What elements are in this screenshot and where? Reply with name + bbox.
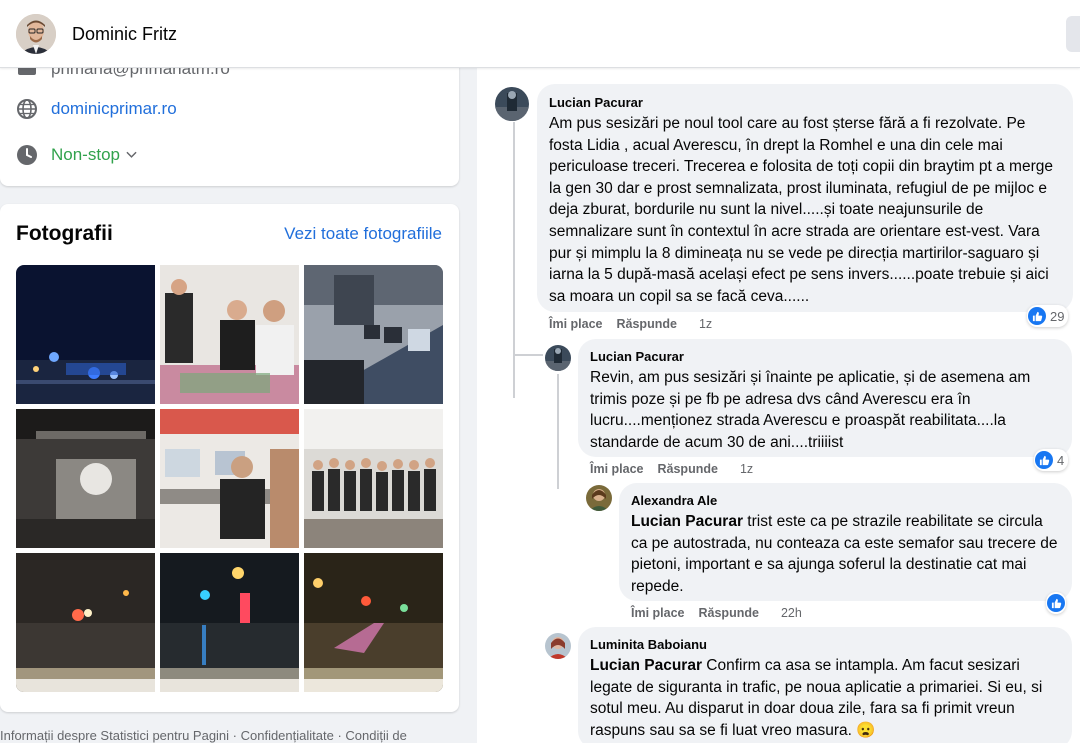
comment-time[interactable]: 1z [740,462,753,476]
profile-header-bar: Dominic Fritz [0,0,1080,68]
website-row: dominicprimar.ro [16,98,177,120]
clock-icon [16,144,38,166]
comment-text: Lucian Pacurar trist este ca pe strazile… [631,511,1060,597]
hours-text: Non-stop [51,145,120,164]
photo-thumbnail[interactable] [16,553,155,692]
avatar[interactable] [545,633,571,659]
reaction-number: 4 [1057,452,1065,468]
comment-text: Am pus sesizări pe noul tool care au fos… [549,115,1053,305]
comment-actions: Îmi place Răspunde 1z [549,317,726,331]
photos-card: Fotografii Vezi toate fotografiile [0,204,459,712]
like-button[interactable]: Îmi place [631,606,685,620]
photo-thumbnail[interactable] [160,409,299,548]
reply-button[interactable]: Răspunde [699,606,759,620]
reaction-count[interactable] [1046,592,1066,614]
website-link[interactable]: dominicprimar.ro [51,99,177,119]
like-button[interactable]: Îmi place [590,462,644,476]
comment-author[interactable]: Lucian Pacurar [590,349,1060,364]
footer-links[interactable]: Informații despre Statistici pentru Pagi… [0,728,407,743]
thread-connector [513,354,543,356]
hours-row[interactable]: Non-stop [16,144,137,166]
reply-button[interactable]: Răspunde [617,317,677,331]
photo-thumbnail[interactable] [160,553,299,692]
like-reaction-icon [1035,451,1053,469]
comment-author[interactable]: Alexandra Ale [631,493,1060,508]
photos-title: Fotografii [16,222,113,245]
avatar[interactable] [495,87,529,121]
comment-bubble: Alexandra Ale Lucian Pacurar trist este … [619,483,1072,601]
photo-thumbnail[interactable] [304,553,443,692]
reaction-count[interactable]: 4 [1034,449,1069,471]
photo-grid [16,265,443,692]
photo-thumbnail[interactable] [304,265,443,404]
avatar[interactable] [586,485,612,511]
comment-bubble: Lucian Pacurar Am pus sesizări pe noul t… [537,84,1073,312]
like-button[interactable]: Îmi place [549,317,603,331]
comment-actions: Îmi place Răspunde 22h [631,606,816,620]
comment-author[interactable]: Luminita Baboianu [590,637,1060,652]
comment-text: Lucian Pacurar Confirm ca asa se intampl… [590,655,1060,741]
comment-bubble: Lucian Pacurar Revin, am pus sesizări și… [578,339,1072,457]
reply-button[interactable]: Răspunde [658,462,718,476]
globe-icon [16,98,38,120]
header-action-button[interactable] [1066,16,1080,52]
profile-avatar[interactable] [16,14,56,54]
photo-thumbnail[interactable] [16,409,155,548]
photo-thumbnail[interactable] [160,265,299,404]
like-reaction-icon [1047,594,1065,612]
comment-text: Revin, am pus sesizări și înainte pe apl… [590,369,1031,451]
reaction-count[interactable]: 29 [1027,305,1069,327]
thread-connector [557,374,559,489]
chevron-down-icon[interactable] [126,148,137,162]
profile-name[interactable]: Dominic Fritz [72,24,177,45]
photo-thumbnail[interactable] [304,409,443,548]
comment-bubble: Luminita Baboianu Lucian Pacurar Confirm… [578,627,1072,743]
comment-time[interactable]: 22h [781,606,802,620]
comment-actions: Îmi place Răspunde 1z [590,462,767,476]
comment-time[interactable]: 1z [699,317,712,331]
thread-connector [513,122,515,398]
like-reaction-icon [1028,307,1046,325]
mention-link[interactable]: Lucian Pacurar [590,657,702,674]
see-all-photos-link[interactable]: Vezi toate fotografiile [284,224,442,244]
photo-thumbnail[interactable] [16,265,155,404]
avatar[interactable] [545,345,571,371]
comment-author[interactable]: Lucian Pacurar [549,95,1061,110]
reaction-number: 29 [1050,308,1065,324]
mention-link[interactable]: Lucian Pacurar [631,513,743,530]
